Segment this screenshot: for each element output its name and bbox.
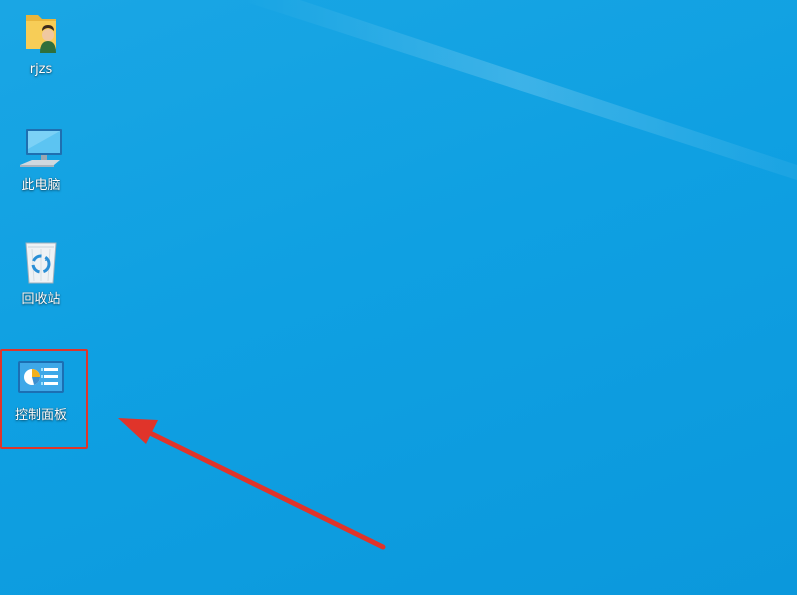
desktop-icon-control-panel[interactable]: 控制面板 bbox=[4, 352, 78, 448]
desktop-icon-rjzs[interactable]: rjzs bbox=[4, 6, 78, 102]
desktop-icon-label: 此电脑 bbox=[21, 178, 61, 193]
wallpaper-light-streak bbox=[240, 0, 797, 180]
desktop-icon-this-pc[interactable]: 此电脑 bbox=[4, 122, 78, 218]
control-panel-icon bbox=[15, 352, 67, 404]
recycle-bin-icon bbox=[15, 236, 67, 288]
desktop-icon-label: 控制面板 bbox=[14, 408, 67, 423]
desktop-icon-label: 回收站 bbox=[21, 292, 61, 307]
user-folder-icon bbox=[15, 6, 67, 58]
desktop-icon-recycle-bin[interactable]: 回收站 bbox=[4, 236, 78, 332]
annotation-arrow bbox=[118, 418, 386, 550]
desktop-icon-label: rjzs bbox=[29, 62, 53, 77]
computer-monitor-icon bbox=[15, 122, 67, 174]
desktop[interactable]: rjzs 此电脑 回收站 控制面板 bbox=[0, 0, 797, 595]
